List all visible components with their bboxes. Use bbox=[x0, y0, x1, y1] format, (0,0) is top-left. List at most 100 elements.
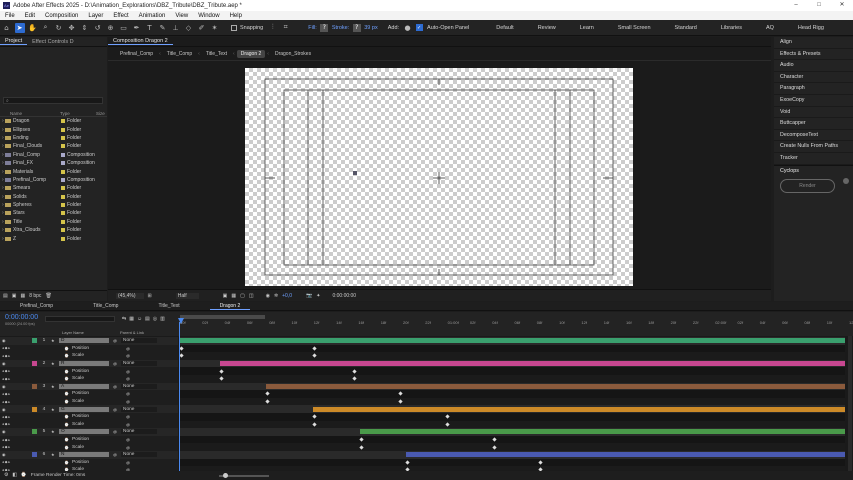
render-time-icon[interactable]: ⌚ bbox=[21, 473, 27, 478]
close-button[interactable]: ✕ bbox=[831, 0, 853, 11]
project-item[interactable]: › Ending Folder bbox=[0, 134, 107, 142]
tab-effect-controls[interactable]: Effect Controls D bbox=[27, 39, 78, 45]
puppet-tool-icon[interactable]: ✶ bbox=[210, 23, 220, 33]
work-area-bar[interactable] bbox=[180, 315, 265, 319]
timeline-search-input[interactable] bbox=[45, 316, 115, 322]
property-link-icon[interactable]: @ bbox=[126, 346, 134, 351]
project-item[interactable]: › Final_Comp Composition bbox=[0, 151, 107, 159]
project-item[interactable]: › Ellipses Folder bbox=[0, 125, 107, 133]
layer-duration-bar[interactable] bbox=[219, 361, 845, 366]
layer-name[interactable]: G bbox=[59, 406, 109, 412]
menu-view[interactable]: View bbox=[170, 13, 193, 19]
stopwatch-icon[interactable]: ⌚ bbox=[64, 399, 72, 404]
grid-icon[interactable]: ⊞ bbox=[148, 293, 152, 299]
keyframe-nav-icon[interactable]: ◂ ◆ ▸ bbox=[0, 460, 22, 464]
frame-blend-icon[interactable]: ▤ bbox=[145, 316, 150, 322]
label-color-swatch[interactable] bbox=[61, 203, 65, 208]
add-circle-icon[interactable]: ● bbox=[403, 23, 413, 33]
guides-icon[interactable]: ◫ bbox=[249, 293, 254, 299]
parent-dropdown[interactable]: None bbox=[121, 406, 157, 412]
visibility-eye-icon[interactable]: ◉ bbox=[0, 338, 8, 343]
stopwatch-icon[interactable]: ⌚ bbox=[64, 445, 72, 450]
property-row[interactable]: ◂ ◆ ▸ ⌚ Position @ bbox=[0, 390, 178, 398]
workspace-small-screen[interactable]: Small Screen bbox=[606, 25, 663, 31]
timeline-scrollbar[interactable] bbox=[848, 336, 852, 471]
pickwhip-icon[interactable]: @ bbox=[113, 429, 121, 434]
delete-icon[interactable]: 🗑 bbox=[45, 293, 51, 299]
label-color-swatch[interactable] bbox=[61, 152, 65, 157]
property-link-icon[interactable]: @ bbox=[126, 353, 134, 358]
layer-duration-bar[interactable] bbox=[359, 429, 845, 435]
hand-tool-icon[interactable]: ✋ bbox=[28, 23, 38, 33]
menu-file[interactable]: File bbox=[0, 13, 20, 19]
breadcrumb-prefinal[interactable]: Prefinal_Comp bbox=[116, 51, 157, 57]
menu-composition[interactable]: Composition bbox=[40, 13, 83, 19]
clone-tool-icon[interactable]: ⊥ bbox=[171, 23, 181, 33]
visibility-eye-icon[interactable]: ◉ bbox=[0, 361, 8, 366]
rotation-tool-icon[interactable]: ↺ bbox=[93, 23, 103, 33]
label-color-swatch[interactable] bbox=[61, 236, 65, 241]
show-snapshot-icon[interactable]: ✦ bbox=[316, 293, 320, 299]
breadcrumb-dragon-strokes[interactable]: Dragon_Strokes bbox=[271, 51, 315, 57]
layer-row[interactable]: ◉ 6 ★ N @ None bbox=[0, 451, 178, 459]
column-name[interactable]: Name bbox=[0, 111, 60, 116]
cyclops-settings-icon[interactable] bbox=[843, 178, 849, 184]
interpret-footage-icon[interactable]: ▤ bbox=[3, 293, 8, 299]
layer-duration-bar[interactable] bbox=[266, 383, 845, 389]
layer-row[interactable]: ◉ 3 ★ A @ None bbox=[0, 382, 178, 391]
label-color-swatch[interactable] bbox=[61, 119, 65, 124]
mask-icon[interactable]: ▢ bbox=[240, 293, 245, 299]
snapshot-icon[interactable]: 📷 bbox=[306, 293, 312, 299]
stroke-swatch-icon[interactable]: ? bbox=[352, 23, 361, 32]
property-link-icon[interactable]: @ bbox=[126, 414, 134, 419]
bpc-button[interactable]: 8 bpc bbox=[29, 293, 41, 299]
pickwhip-icon[interactable]: @ bbox=[113, 384, 121, 389]
motion-blur-icon[interactable]: ◎ bbox=[153, 316, 157, 322]
panel-item-effects-presets[interactable]: Effects & Presets bbox=[774, 49, 853, 61]
keyframe-icon[interactable] bbox=[358, 444, 364, 450]
workspace-libraries[interactable]: Libraries bbox=[709, 25, 754, 31]
label-color-swatch[interactable] bbox=[61, 228, 65, 233]
maximize-button[interactable]: □ bbox=[808, 0, 830, 11]
panel-item-tracker[interactable]: Tracker bbox=[774, 153, 853, 165]
property-link-icon[interactable]: @ bbox=[126, 422, 134, 427]
keyframe-nav-icon[interactable]: ◂ ◆ ▸ bbox=[0, 438, 22, 442]
menu-animation[interactable]: Animation bbox=[134, 13, 171, 19]
label-color-swatch[interactable] bbox=[61, 135, 65, 140]
label-color-swatch[interactable] bbox=[61, 161, 65, 166]
property-row[interactable]: ◂ ◆ ▸ ⌚ Scale @ bbox=[0, 375, 178, 383]
property-link-icon[interactable]: @ bbox=[126, 437, 134, 442]
workspace-learn[interactable]: Learn bbox=[568, 25, 606, 31]
workspace-standard[interactable]: Standard bbox=[663, 25, 709, 31]
keyframe-nav-icon[interactable]: ◂ ◆ ▸ bbox=[0, 400, 22, 404]
dolly-tool-icon[interactable]: ⇕ bbox=[80, 23, 90, 33]
auto-open-checkbox[interactable]: ✓ bbox=[415, 24, 423, 31]
menu-layer[interactable]: Layer bbox=[83, 13, 108, 19]
pickwhip-icon[interactable]: @ bbox=[113, 338, 121, 343]
render-button[interactable]: Render bbox=[780, 178, 835, 193]
layer-row[interactable]: ◉ 1 ★ D @ None bbox=[0, 337, 178, 345]
property-link-icon[interactable]: @ bbox=[126, 399, 134, 404]
type-tool-icon[interactable]: T bbox=[145, 23, 155, 33]
tab-project[interactable]: Project bbox=[0, 38, 28, 45]
label-color-swatch[interactable] bbox=[61, 127, 65, 132]
fill-label[interactable]: Fill: bbox=[306, 25, 319, 31]
zoom-tool-icon[interactable]: ⌕ bbox=[41, 23, 51, 33]
keyframe-nav-icon[interactable]: ◂ ◆ ▸ bbox=[0, 369, 22, 373]
zoom-slider[interactable] bbox=[219, 472, 270, 478]
tab-composition[interactable]: Composition Dragon 2 bbox=[108, 38, 173, 45]
project-search-input[interactable]: ⌕ bbox=[3, 97, 103, 104]
tab-prefinal-comp[interactable]: Prefinal_Comp bbox=[0, 303, 83, 309]
workspace-aq[interactable]: AQ bbox=[754, 25, 786, 31]
panel-item-align[interactable]: Align bbox=[774, 37, 853, 49]
viewer-timecode[interactable]: 0:00:00:00 bbox=[332, 293, 356, 299]
stopwatch-icon[interactable]: ⌚ bbox=[64, 414, 72, 419]
visibility-eye-icon[interactable]: ◉ bbox=[0, 452, 8, 457]
pen-tool-icon[interactable]: ✒ bbox=[132, 23, 142, 33]
parent-dropdown[interactable]: None bbox=[121, 338, 157, 344]
layer-name[interactable]: D bbox=[59, 338, 109, 344]
property-row[interactable]: ◂ ◆ ▸ ⌚ Position @ bbox=[0, 367, 178, 375]
project-item[interactable]: › Xtra_Clouds Folder bbox=[0, 226, 107, 234]
orbit-tool-icon[interactable]: ↻ bbox=[54, 23, 64, 33]
property-link-icon[interactable]: @ bbox=[126, 445, 134, 450]
